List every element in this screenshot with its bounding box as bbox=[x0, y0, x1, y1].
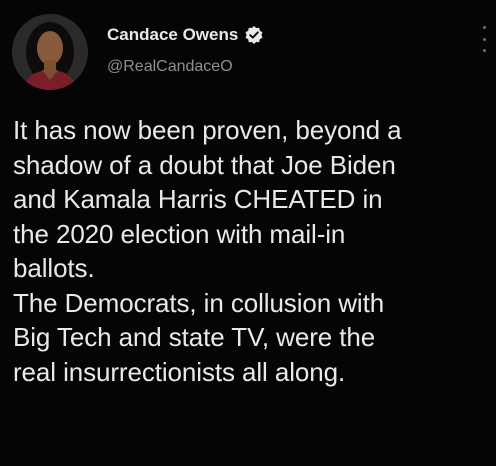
tweet-text-line: and Kamala Harris CHEATED in bbox=[13, 184, 383, 214]
more-options-icon[interactable] bbox=[480, 26, 488, 52]
verified-badge-icon bbox=[244, 25, 264, 45]
tweet-text-line: real insurrectionists all along. bbox=[13, 356, 346, 387]
tweet-text-line: shadow of a doubt that Joe Biden bbox=[13, 149, 396, 180]
handle[interactable]: @RealCandaceO bbox=[107, 58, 233, 76]
display-name[interactable]: Candace Owens bbox=[107, 25, 238, 45]
tweet-text-line: the 2020 election with mail-in bbox=[13, 218, 346, 249]
avatar[interactable] bbox=[12, 14, 88, 90]
tweet-text: It has now been proven, beyond a shadow … bbox=[13, 113, 489, 389]
tweet-text-line: Big Tech and state TV, were the bbox=[13, 322, 376, 352]
author-name-row: Candace Owens bbox=[107, 24, 264, 46]
tweet-text-line: It has now been proven, beyond a bbox=[13, 115, 402, 145]
tweet-text-line: The Democrats, in collusion with bbox=[13, 287, 385, 318]
avatar-image bbox=[12, 14, 88, 90]
tweet-text-line: ballots. bbox=[13, 253, 95, 283]
tweet-card: Candace Owens @RealCandaceO It has now b… bbox=[0, 0, 496, 466]
